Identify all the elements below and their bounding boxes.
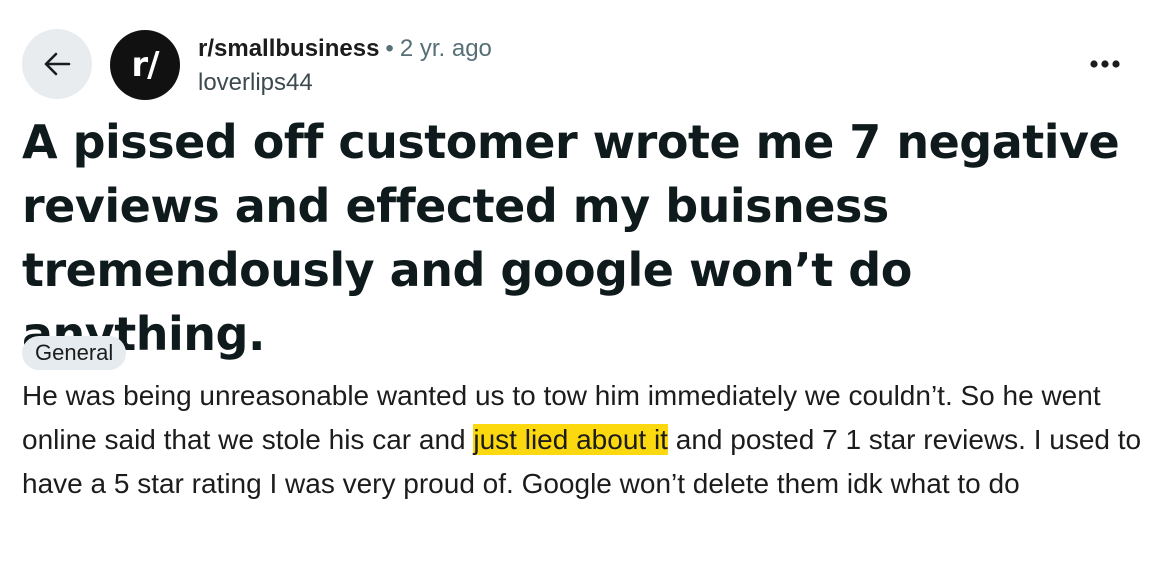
back-button[interactable] [22,29,92,99]
arrow-left-icon [44,52,71,76]
more-options-icon [1090,60,1120,68]
avatar-text: r/ [131,45,159,85]
post-title[interactable]: A pissed off customer wrote me 7 negativ… [22,110,1142,366]
post-body: He was being unreasonable wanted us to t… [22,374,1142,506]
post-flair[interactable]: General [22,336,127,370]
post-meta: r/smallbusiness • 2 yr. ago [198,34,492,64]
post-age: 2 yr. ago [399,35,492,62]
subreddit-avatar[interactable]: r/ [110,30,180,100]
subreddit-link[interactable]: r/smallbusiness [198,35,379,62]
author-link[interactable]: loverlips44 [198,68,313,98]
highlighted-text: just lied about it [473,424,668,455]
more-options-button[interactable] [1078,44,1132,84]
meta-separator: • [385,35,394,62]
